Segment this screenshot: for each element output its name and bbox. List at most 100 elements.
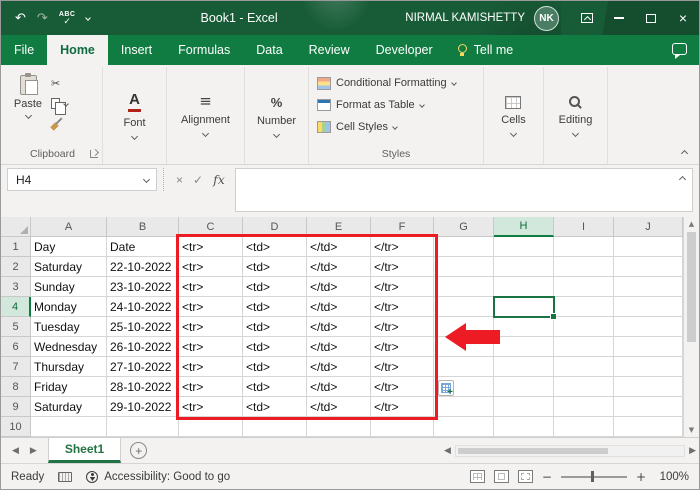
cell-A5[interactable]: Tuesday (31, 317, 107, 337)
enter-button[interactable]: ✓ (193, 173, 203, 187)
row-header-6[interactable]: 6 (1, 337, 31, 357)
scrollbar-track[interactable] (454, 444, 686, 457)
insert-function-button[interactable]: fx (213, 172, 225, 187)
maximize-button[interactable] (635, 1, 667, 35)
conditional-formatting-button[interactable]: Conditional Formatting (317, 74, 457, 92)
column-header-H[interactable]: H (494, 217, 554, 237)
row-header-8[interactable]: 8 (1, 377, 31, 397)
redo-button[interactable]: ↷ (37, 11, 48, 26)
cell-G1[interactable] (434, 237, 494, 257)
cell-J2[interactable] (614, 257, 683, 277)
column-header-G[interactable]: G (434, 217, 494, 237)
scroll-down-icon[interactable]: ▼ (689, 426, 694, 434)
account-button[interactable]: NIRMAL KAMISHETTY NK (393, 5, 571, 31)
cell-G9[interactable] (434, 397, 494, 417)
cell-H3[interactable] (494, 277, 554, 297)
undo-button[interactable]: ↶ (15, 11, 26, 26)
new-sheet-button[interactable]: + (130, 442, 148, 459)
scrollbar-thumb[interactable] (457, 447, 608, 454)
cut-button[interactable]: ✂ (51, 76, 68, 91)
cells-group-button[interactable]: Cells (495, 92, 531, 140)
cell-D10[interactable] (243, 417, 307, 437)
cell-J8[interactable] (614, 377, 683, 397)
cell-H5[interactable] (494, 317, 554, 337)
cell-I9[interactable] (554, 397, 614, 417)
cell-H7[interactable] (494, 357, 554, 377)
cell-J4[interactable] (614, 297, 683, 317)
format-as-table-button[interactable]: Format as Table (317, 96, 456, 114)
horizontal-scrollbar[interactable]: ◀ ▶ (444, 438, 699, 463)
cell-B6[interactable]: 26-10-2022 (107, 337, 179, 357)
tab-review[interactable]: Review (296, 35, 363, 65)
cell-G4[interactable] (434, 297, 494, 317)
cell-A8[interactable]: Friday (31, 377, 107, 397)
cell-B4[interactable]: 24-10-2022 (107, 297, 179, 317)
cell-B3[interactable]: 23-10-2022 (107, 277, 179, 297)
tab-formulas[interactable]: Formulas (165, 35, 243, 65)
column-header-I[interactable]: I (554, 217, 614, 237)
column-header-A[interactable]: A (31, 217, 107, 237)
tab-data[interactable]: Data (243, 35, 295, 65)
row-header-10[interactable]: 10 (1, 417, 31, 437)
cell-G7[interactable] (434, 357, 494, 377)
cell-A7[interactable]: Thursday (31, 357, 107, 377)
scrollbar-thumb[interactable] (687, 232, 696, 342)
cell-I10[interactable] (554, 417, 614, 437)
prev-sheet-button[interactable]: ◀ (12, 446, 19, 456)
cell-B2[interactable]: 22-10-2022 (107, 257, 179, 277)
cell-B5[interactable]: 25-10-2022 (107, 317, 179, 337)
comments-button[interactable] (660, 42, 699, 59)
editing-group-button[interactable]: Editing (553, 92, 599, 140)
zoom-level[interactable]: 100% (655, 471, 689, 483)
cell-H6[interactable] (494, 337, 554, 357)
row-header-7[interactable]: 7 (1, 357, 31, 377)
cell-E10[interactable] (307, 417, 371, 437)
number-group-button[interactable]: % Number (251, 91, 302, 141)
cell-A3[interactable]: Sunday (31, 277, 107, 297)
font-group-button[interactable]: A Font (117, 88, 151, 143)
cell-I8[interactable] (554, 377, 614, 397)
zoom-out-button[interactable]: − (542, 470, 552, 484)
cell-B9[interactable]: 29-10-2022 (107, 397, 179, 417)
cell-G2[interactable] (434, 257, 494, 277)
cell-H2[interactable] (494, 257, 554, 277)
column-header-J[interactable]: J (614, 217, 683, 237)
zoom-slider[interactable] (560, 471, 627, 482)
formula-input[interactable] (234, 168, 693, 212)
cell-A9[interactable]: Saturday (31, 397, 107, 417)
formula-bar-expand-button[interactable] (678, 175, 687, 184)
zoom-in-button[interactable]: + (636, 470, 646, 484)
cell-F10[interactable] (371, 417, 434, 437)
cell-styles-button[interactable]: Cell Styles (317, 118, 456, 136)
next-sheet-button[interactable]: ▶ (30, 446, 37, 456)
cell-B7[interactable]: 27-10-2022 (107, 357, 179, 377)
paste-button[interactable]: Paste (5, 69, 51, 145)
column-header-B[interactable]: B (107, 217, 179, 237)
cell-I2[interactable] (554, 257, 614, 277)
cell-I3[interactable] (554, 277, 614, 297)
cell-H10[interactable] (494, 417, 554, 437)
cell-A6[interactable]: Wednesday (31, 337, 107, 357)
row-header-3[interactable]: 3 (1, 277, 31, 297)
sheet-tab-sheet1[interactable]: Sheet1 (47, 438, 122, 463)
format-painter-button[interactable] (51, 116, 68, 131)
tab-home[interactable]: Home (47, 35, 108, 65)
name-box-dropdown[interactable] (142, 175, 151, 184)
cell-I6[interactable] (554, 337, 614, 357)
cell-A4[interactable]: Monday (31, 297, 107, 317)
scroll-up-icon[interactable]: ▲ (689, 220, 694, 228)
clipboard-dialog-launcher[interactable] (90, 150, 98, 158)
cell-J3[interactable] (614, 277, 683, 297)
row-header-5[interactable]: 5 (1, 317, 31, 337)
cell-J6[interactable] (614, 337, 683, 357)
vertical-scrollbar[interactable]: ▲ ▼ (683, 217, 699, 437)
cell-I5[interactable] (554, 317, 614, 337)
cell-B10[interactable] (107, 417, 179, 437)
cell-J9[interactable] (614, 397, 683, 417)
cell-A1[interactable]: Day (31, 237, 107, 257)
page-layout-view-button[interactable] (493, 470, 509, 483)
avatar[interactable]: NK (534, 5, 559, 31)
tab-insert[interactable]: Insert (108, 35, 165, 65)
row-header-9[interactable]: 9 (1, 397, 31, 417)
cell-A2[interactable]: Saturday (31, 257, 107, 277)
